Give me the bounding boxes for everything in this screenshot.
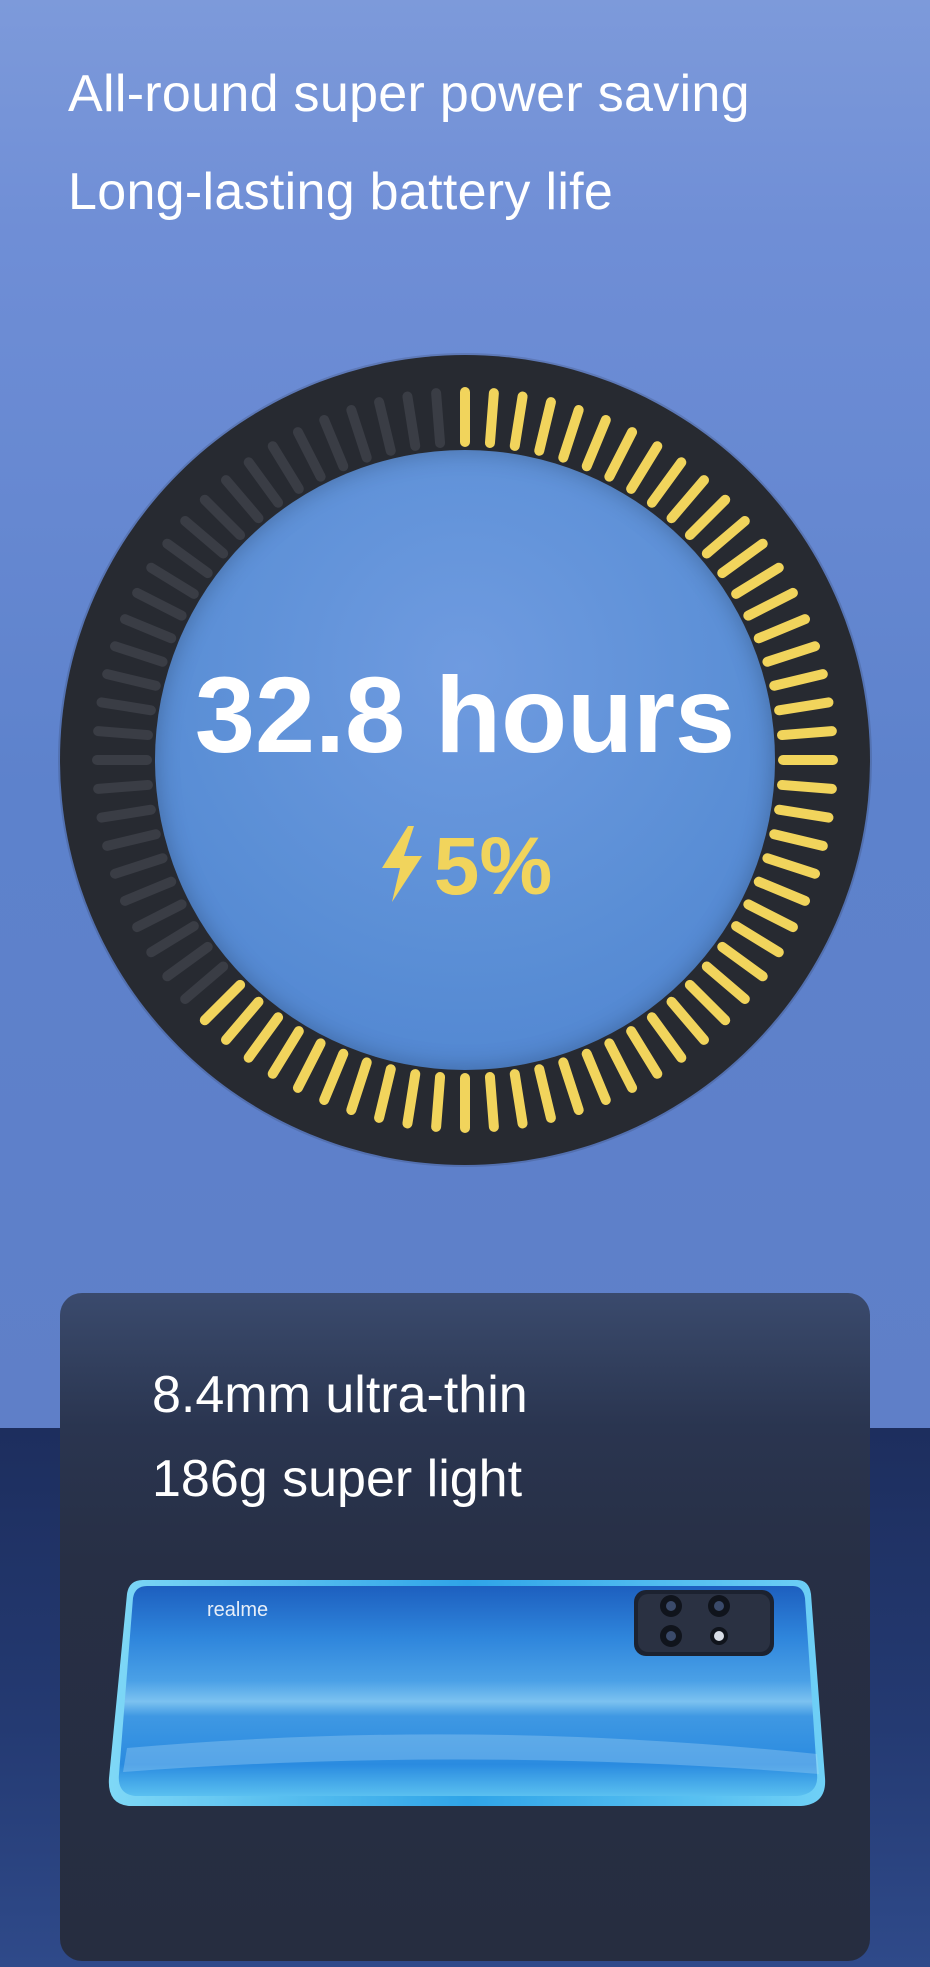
dial-tick-active <box>777 779 837 794</box>
dial-tick-active <box>684 494 731 541</box>
phone-image: realme <box>108 1580 826 1806</box>
headline-power-saving: All-round super power saving <box>68 65 750 123</box>
dial-tick-active <box>292 1038 326 1093</box>
dial-tick-inactive <box>243 457 284 508</box>
dial-tick-active <box>267 1026 304 1079</box>
dial-tick-active <box>581 415 611 472</box>
dial-tick-active <box>717 538 768 579</box>
camera-module-icon <box>634 1590 774 1656</box>
dial-tick-inactive <box>93 779 153 794</box>
dial-tick-active <box>243 1012 284 1063</box>
headline-battery-life: Long-lasting battery life <box>68 163 614 221</box>
dial-tick-active <box>509 391 528 451</box>
dial-tick-active <box>666 996 709 1045</box>
dial-tick-active <box>743 587 798 621</box>
dial-tick-active <box>534 397 556 456</box>
dial-tick-inactive <box>162 941 213 982</box>
dial-tick-active <box>701 516 750 559</box>
spec-thickness: 8.4mm ultra-thin <box>152 1366 528 1424</box>
battery-hours: 32.8 hours <box>194 654 736 775</box>
dial-tick-inactive <box>221 475 264 524</box>
dial-tick-inactive <box>146 921 199 958</box>
dial-tick-active <box>646 1012 687 1063</box>
dial-tick-inactive <box>199 494 246 541</box>
dial-tick-inactive <box>162 538 213 579</box>
dial-tick-active <box>731 562 784 599</box>
battery-percentage: 5% <box>433 821 553 912</box>
phone-brand-logo: realme <box>207 1599 268 1621</box>
dial-tick-active <box>346 1057 372 1115</box>
dial-tick-inactive <box>120 614 177 644</box>
dial-tick-active <box>604 1038 638 1093</box>
dial-tick-inactive <box>402 391 421 451</box>
dial-tick-active <box>558 1057 584 1115</box>
header: All-round super power saving Long-lastin… <box>68 45 750 241</box>
dial-tick-active <box>319 1048 349 1105</box>
dial-tick-active <box>221 996 264 1045</box>
dial-tick-active <box>701 961 750 1004</box>
dial-tick-active <box>484 1072 499 1132</box>
dial-tick-active <box>484 388 499 448</box>
dial-tick-inactive <box>431 388 446 448</box>
battery-dial: 32.8 hours 5% <box>60 355 870 1165</box>
dial-tick-active <box>666 475 709 524</box>
dial-tick-inactive <box>267 441 304 494</box>
dial-tick-active <box>717 941 768 982</box>
dial-tick-inactive <box>180 516 229 559</box>
dial-tick-active <box>374 1064 396 1123</box>
device-spec-card: 8.4mm ultra-thin 186g super light realme <box>60 1293 870 1961</box>
dial-tick-active <box>626 441 663 494</box>
dial-tick-active <box>646 457 687 508</box>
battery-percentage-row: 5% <box>60 817 870 917</box>
dial-tick-active <box>753 614 810 644</box>
dial-tick-active <box>684 979 731 1026</box>
lightning-bolt-icon <box>381 826 422 902</box>
spec-text: 8.4mm ultra-thin 186g super light <box>152 1353 528 1521</box>
dial-tick-active <box>731 921 784 958</box>
dial-tick-active <box>509 1069 528 1129</box>
dial-tick-inactive <box>292 427 326 482</box>
dial-tick-active <box>626 1026 663 1079</box>
dial-tick-active <box>402 1069 421 1129</box>
dial-tick-inactive <box>346 405 372 463</box>
dial-tick-active <box>199 979 246 1026</box>
dial-tick-active <box>558 405 584 463</box>
dial-tick-inactive <box>319 415 349 472</box>
dial-tick-inactive <box>146 562 199 599</box>
dial-tick-active <box>431 1072 446 1132</box>
dial-tick-active <box>604 427 638 482</box>
spec-weight: 186g super light <box>152 1450 523 1508</box>
dial-tick-inactive <box>180 961 229 1004</box>
dial-tick-inactive <box>132 587 187 621</box>
dial-tick-active <box>534 1064 556 1123</box>
dial-tick-inactive <box>374 397 396 456</box>
dial-tick-active <box>581 1048 611 1105</box>
